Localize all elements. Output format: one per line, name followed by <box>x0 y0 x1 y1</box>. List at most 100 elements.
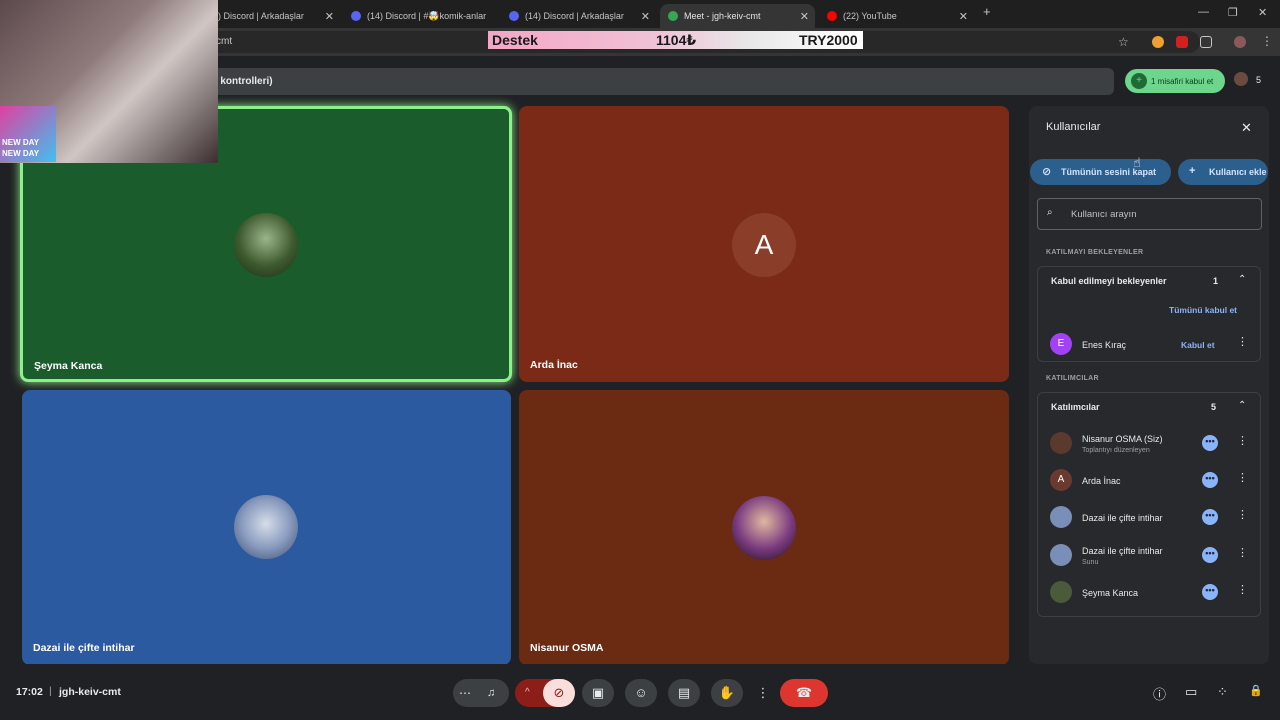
participant-options-button[interactable]: ••• <box>1202 547 1218 563</box>
mic-icon[interactable]: ♫ <box>487 679 495 707</box>
participant-name: Dazai ile çifte intihar <box>33 642 135 654</box>
url-text: cmt <box>216 36 233 47</box>
donation-goal: TRY2000 <box>799 32 858 48</box>
discord-favicon-icon <box>351 11 361 21</box>
browser-tab[interactable]: (14) Discord | Arkadaşlar ✕ <box>501 4 656 28</box>
banner-text: e kontrolleri) <box>212 76 273 87</box>
participant-options-button[interactable]: ••• <box>1202 435 1218 451</box>
mic-off-icon: ⊘ <box>1042 166 1052 178</box>
meeting-time: 17:02 <box>16 686 43 698</box>
participants-card-title: Katılımcılar <box>1051 402 1100 412</box>
profile-avatar[interactable] <box>1234 36 1246 48</box>
browser-tab-active[interactable]: Meet - jgh-keiv-cmt ✕ <box>660 4 815 28</box>
panel-title: Kullanıcılar <box>1046 121 1101 133</box>
more-horiz-icon[interactable]: ⋯ <box>459 679 471 707</box>
reactions-button[interactable]: ☺ <box>625 679 657 707</box>
separator: | <box>49 685 52 697</box>
admit-guest-label: 1 misafiri kabul et <box>1151 76 1214 86</box>
bookmark-star-icon[interactable]: ☆ <box>1118 35 1129 49</box>
extensions-puzzle-icon[interactable] <box>1200 36 1212 48</box>
participant-row: Dazai ile çifte intihar ••• ⋮ <box>1050 503 1255 533</box>
waiting-card-title: Kabul edilmeyi bekleyenler <box>1051 276 1167 286</box>
person-add-icon: + <box>1189 165 1196 177</box>
chat-icon[interactable]: ▭ <box>1185 684 1197 700</box>
participant-options-button[interactable]: ••• <box>1202 509 1218 525</box>
donation-goal-overlay: Destek 1104₺ TRY2000 <box>488 31 863 49</box>
close-icon[interactable]: ✕ <box>1241 120 1252 136</box>
admit-guest-button[interactable]: + 1 misafiri kabul et <box>1125 69 1225 93</box>
person-name: Dazai ile çifte intihar <box>1082 513 1163 523</box>
caret-up-icon[interactable]: ^ <box>525 679 530 707</box>
streamer-badge: NEW DAY NEW DAY <box>0 106 56 162</box>
person-name: Şeyma Kanca <box>1082 588 1139 598</box>
new-tab-button[interactable]: + <box>983 4 991 19</box>
raise-hand-button[interactable]: ✋ <box>711 679 743 707</box>
participant-row: Şeyma Kanca ••• ⋮ <box>1050 578 1255 608</box>
admit-all-button[interactable]: Tümünü kabul et <box>1169 305 1237 315</box>
person-name: Arda İnac <box>1082 476 1121 486</box>
webcam-overlay: NEW DAY NEW DAY <box>0 0 218 163</box>
video-tile-nisanur[interactable]: Nisanur OSMA <box>519 390 1009 665</box>
more-options-icon[interactable]: ⋮ <box>1237 335 1248 348</box>
waiting-count: 1 <box>1213 276 1219 286</box>
camera-off-icon[interactable]: ⊘ <box>543 679 575 707</box>
browser-tab[interactable]: (14) Discord | #🤯komik-anlar <box>343 4 498 28</box>
tab-close-icon[interactable]: ✕ <box>325 10 334 23</box>
video-tile-arda[interactable]: A Arda İnac <box>519 106 1009 382</box>
waiting-section-label: KATILMAYI BEKLEYENLER <box>1046 249 1144 256</box>
extension-icon[interactable] <box>1152 36 1164 48</box>
badge-text: NEW DAY <box>2 149 40 158</box>
maximize-button[interactable]: ❐ <box>1228 6 1238 19</box>
person-role: Sunu <box>1082 559 1099 566</box>
info-icon[interactable]: ⓘ <box>1153 684 1166 703</box>
mouse-cursor-icon: ☝ <box>1133 155 1141 170</box>
participant-avatar: A <box>732 213 796 277</box>
avatar: A <box>1050 469 1072 491</box>
tab-close-icon[interactable]: ✕ <box>959 10 968 23</box>
participant-options-button[interactable]: ••• <box>1202 472 1218 488</box>
participant-options-button[interactable]: ••• <box>1202 584 1218 600</box>
more-vert-icon: ⋮ <box>756 685 770 700</box>
video-tile-dazai[interactable]: Dazai ile çifte intihar <box>22 390 511 665</box>
more-options-icon[interactable]: ⋮ <box>1237 434 1248 447</box>
chevron-up-icon[interactable]: ⌃ <box>1238 400 1246 411</box>
minimize-button[interactable]: — <box>1198 6 1209 18</box>
participant-row: Nisanur OSMA (Siz) Toplantıyı düzenleyen… <box>1050 429 1255 459</box>
hand-icon: ✋ <box>718 685 736 700</box>
participant-row: A Arda İnac ••• ⋮ <box>1050 466 1255 496</box>
browser-menu-icon[interactable]: ⋮ <box>1261 34 1273 48</box>
badge-text: NEW DAY <box>2 138 40 147</box>
participant-avatar <box>234 213 298 277</box>
captions-button[interactable]: ▤ <box>668 679 700 707</box>
discord-favicon-icon <box>509 11 519 21</box>
apps-icon[interactable]: ⁘ <box>1217 684 1228 700</box>
tab-close-icon[interactable]: ✕ <box>800 10 809 23</box>
chevron-up-icon[interactable]: ⌃ <box>1238 274 1246 285</box>
host-controls-lock-icon[interactable]: 🔒 <box>1249 684 1263 697</box>
person-add-icon: + <box>1131 73 1147 89</box>
tab-close-icon[interactable]: ✕ <box>641 10 650 23</box>
present-button[interactable]: ▣ <box>582 679 614 707</box>
avatar <box>1050 544 1072 566</box>
participant-avatar <box>732 496 796 560</box>
more-options-icon[interactable]: ⋮ <box>1237 471 1248 484</box>
end-call-button[interactable]: ☎ <box>780 679 828 707</box>
camera-control-group: ^ ⊘ <box>515 679 575 707</box>
tab-title: (14) Discord | Arkadaşlar <box>525 11 624 21</box>
browser-tab[interactable]: ) Discord | Arkadaşlar ✕ <box>210 4 340 28</box>
end-call-icon: ☎ <box>795 685 813 700</box>
extension-icon[interactable] <box>1176 36 1188 48</box>
add-user-button[interactable]: + Kullanıcı ekle <box>1178 159 1268 185</box>
window-close-button[interactable]: ✕ <box>1258 6 1267 19</box>
people-count-chip[interactable]: 5 <box>1232 70 1270 92</box>
more-options-icon[interactable]: ⋮ <box>1237 508 1248 521</box>
more-options-button[interactable]: ⋮ <box>754 679 772 707</box>
more-options-icon[interactable]: ⋮ <box>1237 583 1248 596</box>
person-name: Dazai ile çifte intihar <box>1082 546 1163 556</box>
user-search-input[interactable]: ⌕ Kullanıcı arayın <box>1037 198 1262 230</box>
person-role: Toplantıyı düzenleyen <box>1082 447 1150 454</box>
mute-all-button[interactable]: ⊘ Tümünün sesini kapat <box>1030 159 1171 185</box>
more-options-icon[interactable]: ⋮ <box>1237 546 1248 559</box>
browser-tab[interactable]: (22) YouTube ✕ <box>819 4 974 28</box>
admit-button[interactable]: Kabul et <box>1181 340 1215 350</box>
